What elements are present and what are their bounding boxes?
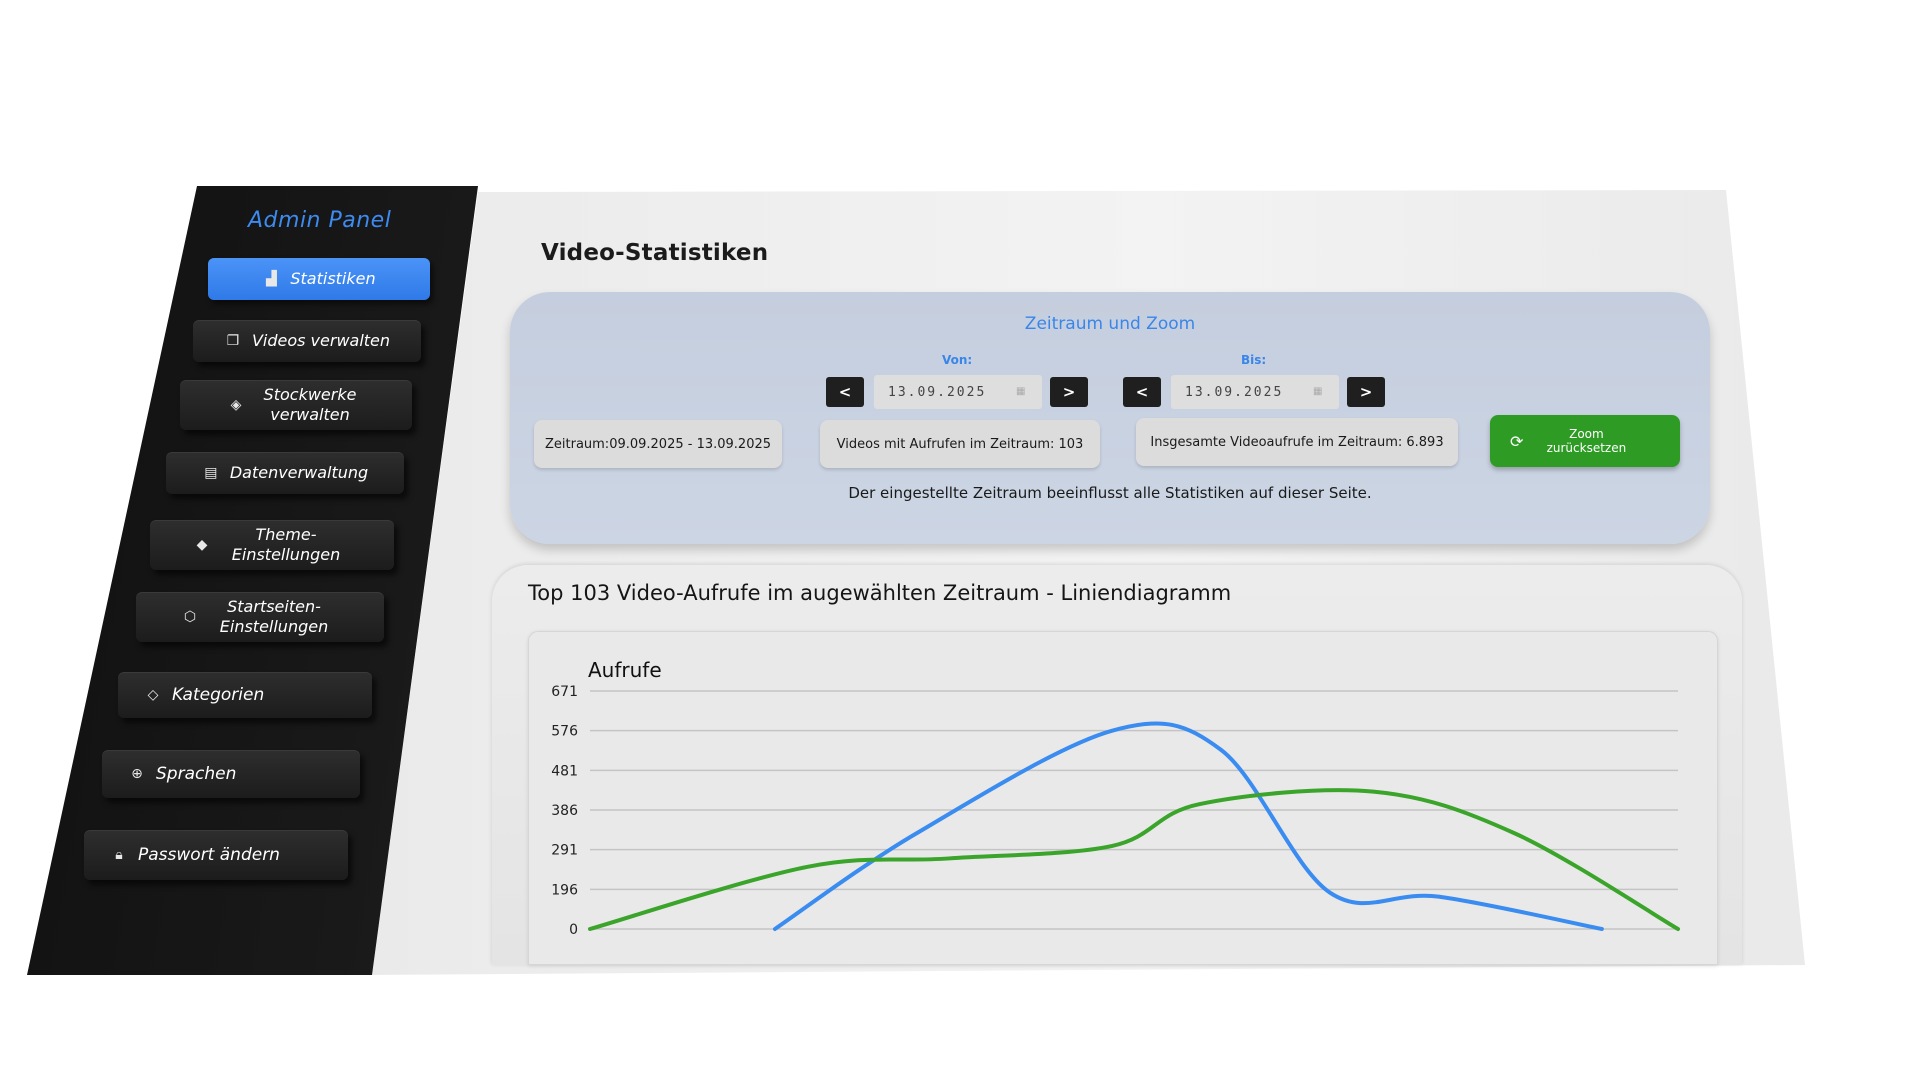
cube-icon: ⬡	[183, 609, 197, 625]
sidebar-item-stockwerke[interactable]: ◈ Stockwerke verwalten	[180, 380, 412, 430]
to-next-button[interactable]: >	[1347, 377, 1385, 407]
sidebar-item-theme[interactable]: ◆ Theme-Einstellungen	[150, 520, 394, 570]
sidebar-item-kategorien[interactable]: ◇ Kategorien	[118, 672, 372, 718]
range-note: Der eingestellte Zeitraum beeinflusst al…	[848, 484, 1372, 502]
y-axis-label: Aufrufe	[588, 658, 662, 682]
y-tick-label: 386	[551, 803, 578, 819]
calendar-icon: ▦	[1016, 386, 1026, 397]
chevron-right-icon: >	[1359, 383, 1373, 401]
admin-panel-title: Admin Panel	[248, 208, 392, 233]
sidebar-item-label: Startseiten-Einstellungen	[219, 597, 329, 636]
y-tick-label: 196	[551, 882, 578, 898]
chart-heading: Top 103 Video-Aufrufe im augewählten Zei…	[528, 581, 1232, 605]
bar-chart-icon: ▟	[265, 271, 277, 287]
page-title: Video-Statistiken	[541, 240, 769, 266]
sidebar-item-daten[interactable]: ▤ Datenverwaltung	[166, 452, 404, 494]
zoom-reset-label: Zoom zurücksetzen	[1546, 427, 1627, 455]
chart-card: Top 103 Video-Aufrufe im augewählten Zei…	[492, 565, 1742, 965]
calendar-icon: ▦	[1313, 386, 1323, 397]
series-line-2	[588, 788, 1680, 931]
sidebar-item-label: Theme-Einstellungen	[231, 525, 341, 564]
from-prev-button[interactable]: <	[826, 377, 864, 407]
range-card-title: Zeitraum und Zoom	[1024, 314, 1196, 334]
zoom-reset-button[interactable]: ⟳ Zoom zurücksetzen	[1490, 415, 1680, 467]
globe-icon: ⊕	[131, 766, 143, 782]
y-tick-label: 576	[551, 724, 578, 740]
sidebar-item-sprachen[interactable]: ⊕ Sprachen	[102, 750, 360, 798]
sidebar-item-label: Passwort ändern	[138, 845, 280, 865]
sidebar-item-videos[interactable]: ❐ Videos verwalten	[193, 320, 421, 362]
line-chart: Aufrufe 0 196 291 386 481 576 671	[551, 658, 1680, 938]
chevron-left-icon: <	[838, 383, 852, 401]
chevron-right-icon: >	[1062, 383, 1076, 401]
refresh-icon: ⟳	[1510, 431, 1524, 451]
data-icon: ▤	[204, 465, 218, 481]
paint-bucket-icon: ◆	[196, 537, 208, 553]
time-range-card: Zeitraum und Zoom Von: < ▦ > Bis: < ▦ > …	[510, 292, 1710, 544]
y-tick-label: 671	[551, 684, 578, 700]
sidebar-item-statistiken[interactable]: ▟ Statistiken	[208, 258, 430, 300]
period-stat: Zeitraum:09.09.2025 - 13.09.2025	[534, 420, 782, 468]
to-prev-button[interactable]: <	[1123, 377, 1161, 407]
chevron-left-icon: <	[1135, 383, 1149, 401]
y-tick-label: 0	[569, 922, 578, 938]
from-next-button[interactable]: >	[1050, 377, 1088, 407]
sidebar-item-label: Stockwerke verwalten	[263, 385, 357, 424]
y-tick-label: 291	[551, 843, 578, 859]
total-views-stat: Insgesamte Videoaufrufe im Zeitraum: 6.8…	[1136, 418, 1458, 466]
to-label: Bis:	[1241, 353, 1267, 367]
sidebar-item-passwort[interactable]: 🔒︎ Passwort ändern	[84, 830, 348, 880]
tag-icon: ◇	[147, 687, 159, 703]
from-label: Von:	[942, 353, 973, 367]
videos-stat: Videos mit Aufrufen im Zeitraum: 103	[820, 420, 1100, 468]
y-tick-label: 481	[551, 763, 578, 779]
sidebar-item-label: Videos verwalten	[251, 331, 391, 350]
sidebar-item-startseiten[interactable]: ⬡ Startseiten-Einstellungen	[136, 592, 384, 642]
layers-icon: ◈	[230, 397, 242, 413]
chart-area: Aufrufe 0 196 291 386 481 576 671	[528, 631, 1718, 965]
series-line-1	[772, 721, 1604, 931]
lock-icon: 🔒︎	[115, 847, 123, 863]
sidebar-item-label: Sprachen	[156, 764, 237, 784]
videos-icon: ❐	[226, 333, 240, 349]
sidebar-item-label: Statistiken	[290, 269, 376, 288]
sidebar-item-label: Kategorien	[172, 685, 265, 705]
sidebar-item-label: Datenverwaltung	[229, 463, 369, 482]
